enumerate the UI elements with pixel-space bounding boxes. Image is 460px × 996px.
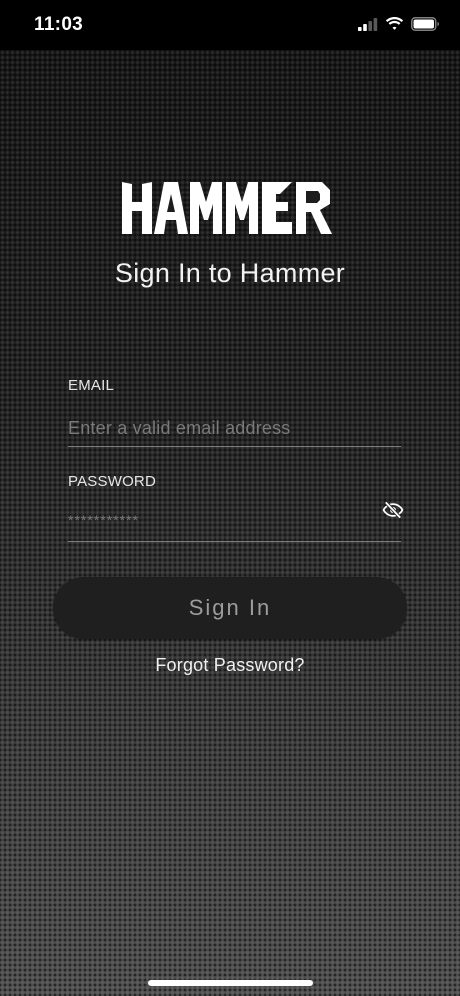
status-bar: 11:03	[0, 0, 460, 50]
status-icons	[358, 17, 440, 31]
email-input[interactable]	[68, 410, 400, 446]
email-label: EMAIL	[68, 377, 115, 394]
home-indicator[interactable]	[148, 980, 313, 986]
cellular-signal-icon	[358, 17, 378, 31]
page-title: Sign In to Hammer	[114, 258, 346, 288]
eye-slash-icon	[382, 501, 404, 519]
email-underline	[68, 446, 401, 447]
status-time: 11:03	[34, 14, 84, 35]
wifi-icon	[385, 17, 404, 30]
sign-in-button[interactable]: Sign In	[53, 577, 407, 639]
password-underline	[68, 541, 401, 542]
password-input[interactable]	[68, 502, 368, 538]
battery-icon	[411, 17, 439, 31]
forgot-password-link[interactable]: Forgot Password?	[0, 655, 460, 676]
hammer-logo	[0, 178, 460, 241]
password-visibility-toggle[interactable]	[381, 499, 405, 521]
sign-in-screen: 11:03 Sign In to Hammer EMAIL Enter a va…	[0, 0, 460, 996]
hammer-logo-wordmark	[122, 182, 332, 234]
password-label: PASSWORD	[68, 473, 156, 490]
